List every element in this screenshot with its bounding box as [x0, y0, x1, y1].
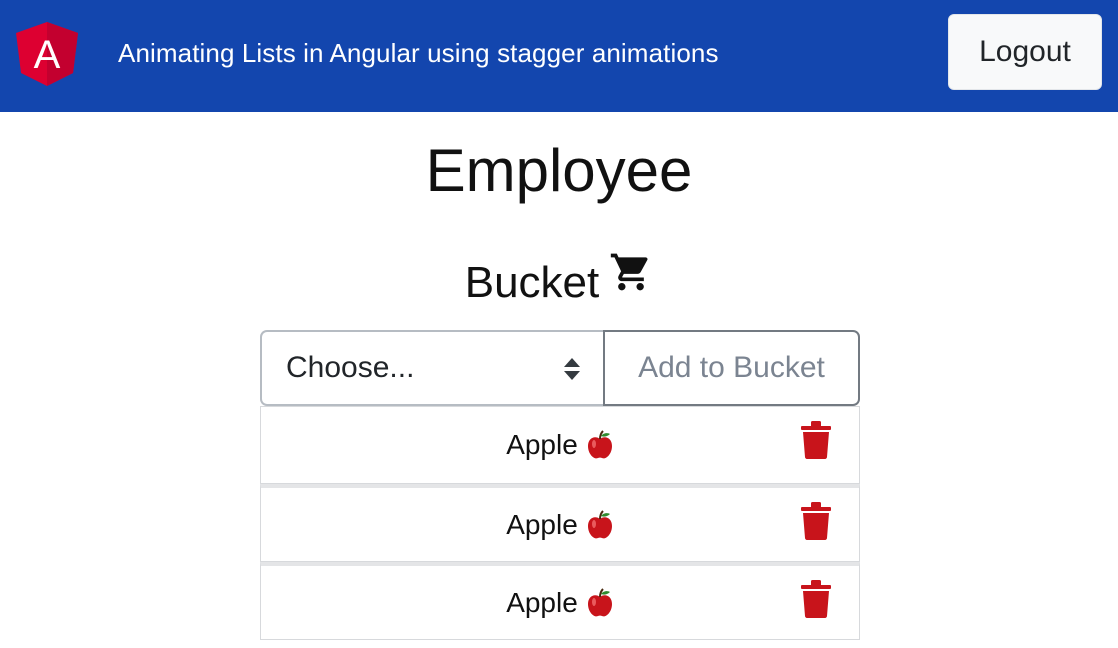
shopping-cart-icon — [611, 253, 648, 291]
apple-icon — [587, 509, 612, 538]
bucket-heading-label: Bucket — [464, 258, 600, 307]
fruit-select-value: Choose... — [286, 351, 415, 384]
app-title: Animating Lists in Angular using stagger… — [118, 38, 719, 68]
angular-logo[interactable]: A — [16, 22, 78, 86]
delete-trash-icon[interactable] — [801, 421, 831, 459]
add-to-bucket-form: Choose... Add to Bucket — [260, 330, 860, 406]
item-text: Apple — [506, 429, 614, 461]
delete-trash-icon[interactable] — [801, 580, 831, 618]
apple-icon — [587, 430, 612, 459]
list-item: Apple — [260, 484, 860, 562]
item-label: Apple — [506, 586, 578, 618]
fruit-select[interactable]: Choose... — [260, 330, 603, 406]
item-text: Apple — [506, 587, 614, 619]
select-arrows-icon — [564, 358, 580, 380]
delete-trash-icon[interactable] — [801, 502, 831, 540]
bucket-list: Apple Apple Apple — [260, 406, 860, 640]
item-label: Apple — [506, 508, 578, 540]
item-label: Apple — [506, 429, 578, 460]
list-item: Apple — [260, 562, 860, 640]
top-navbar: A Animating Lists in Angular using stagg… — [0, 0, 1118, 112]
list-item: Apple — [260, 406, 860, 484]
svg-text:A: A — [34, 33, 61, 77]
item-text: Apple — [506, 509, 614, 541]
apple-icon — [587, 587, 612, 616]
logout-button[interactable]: Logout — [948, 14, 1102, 90]
page-heading: Employee — [425, 137, 693, 204]
add-to-bucket-button[interactable]: Add to Bucket — [603, 330, 860, 406]
bucket-heading: Bucket — [0, 253, 1118, 308]
